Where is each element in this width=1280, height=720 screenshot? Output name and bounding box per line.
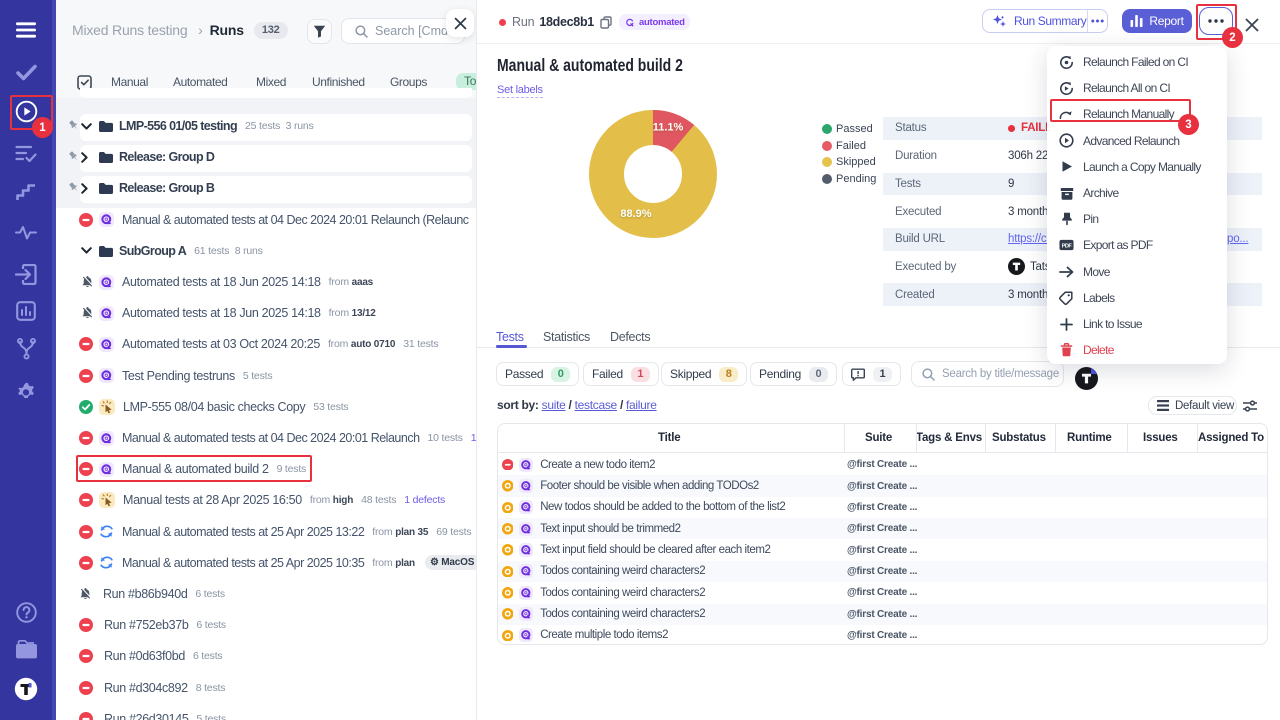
svg-text:88.9%: 88.9%: [620, 208, 651, 220]
svg-text:PDF: PDF: [1062, 244, 1073, 250]
svg-text:11.1%: 11.1%: [653, 122, 684, 134]
